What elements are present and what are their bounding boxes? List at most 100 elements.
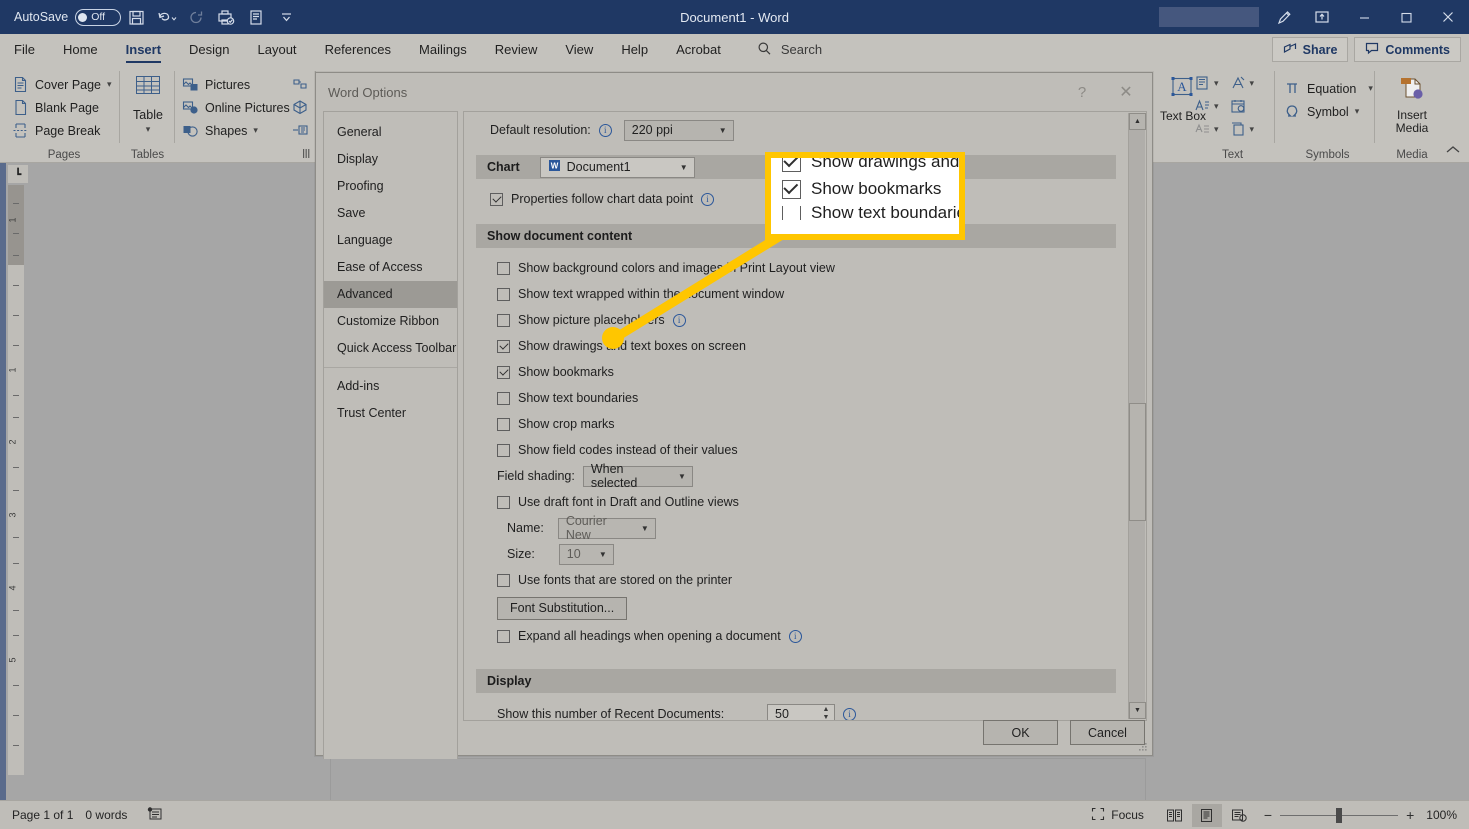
recent-documents-spinner[interactable]: 50 ▲ ▼ — [767, 703, 835, 720]
collapse-ribbon-icon[interactable] — [1445, 145, 1461, 158]
checkbox[interactable] — [497, 495, 510, 509]
nav-item-trust-center[interactable]: Trust Center — [324, 400, 457, 427]
chevron-down-icon[interactable]: ▾ — [1250, 124, 1255, 135]
chevron-down-icon[interactable]: ▾ — [1214, 124, 1219, 135]
checkbox[interactable] — [497, 261, 510, 275]
nav-item-add-ins[interactable]: Add-ins — [324, 373, 457, 400]
ink-pen-icon[interactable] — [1267, 0, 1301, 34]
nav-item-save[interactable]: Save — [324, 200, 457, 227]
tab-acrobat[interactable]: Acrobat — [662, 34, 735, 65]
chevron-down-icon[interactable]: ▾ — [1368, 83, 1373, 94]
default-resolution-combo[interactable]: 220 ppi ▼ — [623, 119, 734, 141]
cb-show-crop-marks[interactable]: Show crop marks — [476, 411, 1116, 437]
dialog-resize-grip[interactable] — [1137, 741, 1149, 753]
checkbox[interactable] — [497, 313, 510, 327]
equation-button[interactable]: Equation ▾ — [1280, 77, 1375, 100]
ribbon-display-options-icon[interactable] — [1301, 0, 1343, 34]
tab-help[interactable]: Help — [607, 34, 662, 65]
tab-file[interactable]: File — [0, 34, 49, 65]
table-button[interactable]: Table ▾ — [120, 69, 176, 135]
nav-item-advanced[interactable]: Advanced — [324, 281, 457, 308]
nav-item-quick-access-toolbar[interactable]: Quick Access Toolbar — [324, 335, 457, 362]
cb-use-draft-font[interactable]: Use draft font in Draft and Outline view… — [476, 489, 1116, 515]
zoom-level[interactable]: 100% — [1424, 808, 1463, 822]
nav-item-proofing[interactable]: Proofing — [324, 173, 457, 200]
chevron-down-icon[interactable]: ▾ — [1214, 101, 1219, 112]
draft-font-size-combo[interactable]: 10 ▼ — [558, 543, 614, 565]
scrollbar-thumb[interactable] — [1129, 403, 1146, 521]
info-icon[interactable]: i — [788, 629, 802, 643]
autosave-toggle[interactable]: Off — [75, 8, 122, 26]
properties-follow-checkbox[interactable] — [490, 192, 503, 206]
cb-show-text-wrapped[interactable]: Show text wrapped within the document wi… — [476, 281, 1116, 307]
cb-use-printer-fonts[interactable]: Use fonts that are stored on the printer — [476, 567, 1116, 593]
page-break-button[interactable]: Page Break — [8, 119, 120, 142]
signature-line-button[interactable]: ▾ ▾ — [1190, 118, 1275, 141]
checkbox[interactable] — [497, 417, 510, 431]
scroll-down-button[interactable]: ▼ — [1129, 702, 1146, 719]
symbol-button[interactable]: Symbol ▾ — [1280, 100, 1375, 123]
cb-show-drawings-and-text-boxes[interactable]: Show drawings and text boxes on screen — [476, 333, 1116, 359]
cb-show-text-boundaries[interactable]: Show text boundaries — [476, 385, 1116, 411]
cb-show-field-codes[interactable]: Show field codes instead of their values — [476, 437, 1116, 463]
checkbox[interactable] — [497, 287, 510, 301]
tab-home[interactable]: Home — [49, 34, 112, 65]
read-mode-icon[interactable] — [1160, 804, 1190, 827]
tab-stop-selector[interactable]: ┗ — [8, 165, 28, 183]
checkbox[interactable] — [497, 573, 510, 587]
nav-item-general[interactable]: General — [324, 119, 457, 146]
nav-item-ease-of-access[interactable]: Ease of Access — [324, 254, 457, 281]
nav-item-display[interactable]: Display — [324, 146, 457, 173]
tab-design[interactable]: Design — [175, 34, 243, 65]
focus-button[interactable]: Focus — [1079, 807, 1158, 824]
cover-page-button[interactable]: Cover Page ▾ — [8, 73, 120, 96]
checkbox[interactable] — [497, 339, 510, 353]
info-icon[interactable]: i — [598, 123, 612, 137]
customize-qat-icon[interactable] — [271, 4, 301, 30]
tab-layout[interactable]: Layout — [244, 34, 311, 65]
zoom-in-button[interactable]: + — [1406, 807, 1414, 823]
vertical-ruler[interactable]: 1 1 2 3 4 5 — [8, 185, 24, 775]
tab-mailings[interactable]: Mailings — [405, 34, 481, 65]
scroll-up-button[interactable]: ▲ — [1129, 113, 1146, 130]
info-icon[interactable]: i — [672, 313, 686, 327]
dialog-help-button[interactable]: ? — [1062, 77, 1102, 107]
nav-item-customize-ribbon[interactable]: Customize Ribbon — [324, 308, 457, 335]
draft-font-name-combo[interactable]: Courier New ▼ — [557, 514, 656, 542]
chevron-down-icon[interactable]: ▾ — [1214, 78, 1219, 89]
info-icon[interactable]: i — [843, 707, 856, 720]
quick-parts-button[interactable]: ▾ ▾ — [1190, 72, 1275, 95]
insert-media-button[interactable]: Insert Media — [1380, 70, 1444, 135]
email-icon[interactable] — [241, 4, 271, 30]
page-indicator[interactable]: Page 1 of 1 — [0, 808, 85, 822]
checkbox[interactable] — [497, 391, 510, 405]
print-layout-icon[interactable] — [1191, 803, 1222, 827]
zoom-out-button[interactable]: − — [1264, 807, 1272, 823]
tab-insert[interactable]: Insert — [112, 34, 175, 65]
cancel-button[interactable]: Cancel — [1070, 720, 1145, 745]
field-shading-combo[interactable]: When selected ▼ — [582, 462, 693, 490]
word-count[interactable]: 0 words — [85, 808, 139, 822]
minimize-button[interactable] — [1343, 0, 1385, 34]
zoom-track[interactable] — [1280, 807, 1399, 823]
tab-review[interactable]: Review — [481, 34, 552, 65]
chevron-down-icon[interactable]: ▾ — [1355, 106, 1360, 117]
cb-expand-all-headings[interactable]: Expand all headings when opening a docum… — [476, 623, 1116, 649]
chevron-down-icon[interactable]: ▾ — [107, 79, 112, 90]
cb-show-bookmarks[interactable]: Show bookmarks — [476, 359, 1116, 385]
chevron-down-icon[interactable]: ▾ — [146, 124, 151, 135]
undo-icon[interactable] — [151, 4, 181, 30]
font-substitution-button[interactable]: Font Substitution... — [497, 596, 628, 620]
account-placeholder[interactable] — [1159, 7, 1259, 27]
redo-icon[interactable] — [181, 4, 211, 30]
zoom-slider[interactable]: − + — [1264, 807, 1414, 823]
zoom-thumb[interactable] — [1336, 807, 1343, 823]
close-button[interactable] — [1427, 0, 1469, 34]
maximize-button[interactable] — [1385, 0, 1427, 34]
web-layout-icon[interactable] — [1224, 804, 1254, 827]
proofing-errors-icon[interactable] — [139, 806, 175, 824]
checkbox[interactable] — [497, 365, 510, 379]
share-button[interactable]: Share — [1271, 37, 1349, 62]
checkbox[interactable] — [497, 443, 510, 457]
chevron-down-icon[interactable]: ▾ — [253, 125, 258, 136]
